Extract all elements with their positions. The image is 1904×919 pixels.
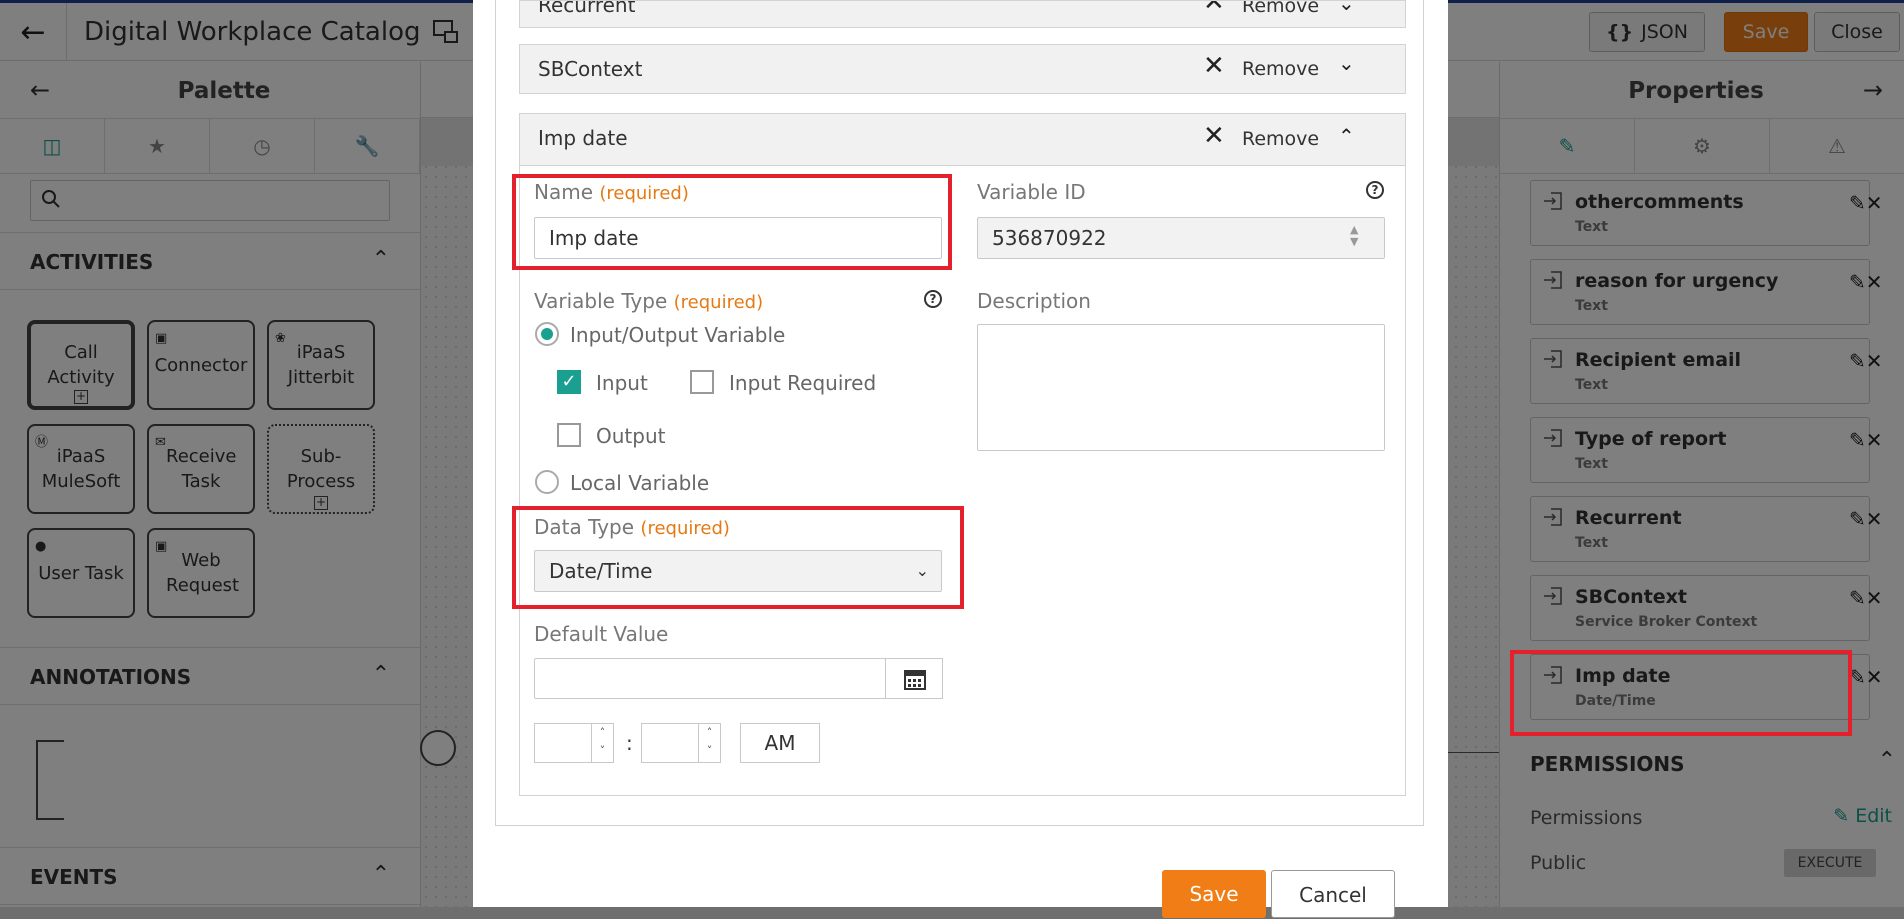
chevron-down-icon[interactable]: ⌄ — [1338, 51, 1355, 75]
input-checkbox[interactable]: ✓ — [557, 370, 581, 394]
required-tag: (required) — [673, 292, 764, 313]
close-icon[interactable]: ✕ — [1203, 121, 1225, 151]
app-window: ← Digital Workplace Catalog {}JSON Save … — [0, 0, 1904, 918]
required-tag: (required) — [640, 518, 730, 539]
data-type-label-text: Data Type — [534, 515, 635, 539]
calendar-icon — [904, 670, 926, 690]
io-variable-radio[interactable] — [535, 322, 559, 346]
accordion-title: Imp date — [538, 126, 628, 150]
accordion-title: SBContext — [538, 57, 643, 81]
input-required-label: Input Required — [729, 371, 877, 395]
description-label: Description — [977, 289, 1091, 313]
calendar-button[interactable] — [885, 658, 943, 699]
name-label: Name (required) — [534, 180, 689, 204]
required-tag: (required) — [599, 183, 689, 204]
variable-id-input[interactable]: 536870922 — [977, 217, 1385, 259]
local-variable-radio[interactable] — [535, 470, 559, 494]
chevron-down-icon: ⌄ — [915, 561, 929, 580]
ampm-toggle[interactable]: AM — [740, 723, 820, 763]
dialog-save-button[interactable]: Save — [1162, 870, 1266, 918]
description-textarea[interactable] — [977, 324, 1385, 451]
accordion-sbcontext[interactable]: SBContext ✕ Remove ⌄ — [519, 44, 1406, 94]
hour-input[interactable]: ˄ ˅ — [534, 723, 614, 763]
highlight-imp-date-card — [1510, 650, 1852, 736]
remove-label[interactable]: Remove — [1242, 128, 1319, 150]
data-type-label: Data Type (required) — [534, 515, 730, 539]
variable-id-label: Variable ID — [977, 180, 1086, 204]
data-type-value: Date/Time — [549, 559, 653, 583]
name-input[interactable]: Imp date — [534, 217, 942, 259]
minute-input[interactable]: ˄ ˅ — [641, 723, 721, 763]
close-icon[interactable]: ✕ — [1203, 51, 1225, 81]
default-date-input[interactable] — [534, 658, 886, 699]
variable-type-label: Variable Type (required) — [534, 289, 763, 313]
variable-type-label-text: Variable Type — [534, 289, 668, 313]
default-value-label: Default Value — [534, 622, 669, 646]
chevron-up-icon[interactable]: ⌃ — [1338, 124, 1355, 148]
io-variable-label: Input/Output Variable — [570, 323, 786, 347]
accordion-imp-date[interactable]: Imp date ✕ Remove ⌃ — [519, 113, 1406, 166]
output-checkbox[interactable] — [557, 423, 581, 447]
data-type-select[interactable]: Date/Time ⌄ — [534, 550, 942, 592]
remove-label[interactable]: Remove — [1242, 1, 1319, 17]
remove-label[interactable]: Remove — [1242, 58, 1319, 80]
close-icon[interactable]: ✕ — [1203, 1, 1225, 17]
input-required-checkbox[interactable] — [690, 370, 714, 394]
help-icon[interactable]: ? — [924, 290, 942, 308]
minute-spinner-arrows[interactable]: ˄ ˅ — [698, 724, 720, 762]
local-variable-label: Local Variable — [570, 471, 710, 495]
accordion-recurrent[interactable]: Recurrent ✕ Remove ⌄ — [519, 0, 1406, 28]
hour-spinner-arrows[interactable]: ˄ ˅ — [591, 724, 613, 762]
variables-dialog: Recurrent ✕ Remove ⌄ SBContext ✕ Remove … — [473, 0, 1448, 907]
name-label-text: Name — [534, 180, 594, 204]
help-icon[interactable]: ? — [1366, 181, 1384, 199]
chevron-down-icon[interactable]: ⌄ — [1338, 1, 1355, 15]
time-separator: : — [626, 731, 633, 755]
input-label: Input — [596, 371, 648, 395]
spinner-arrows-icon[interactable]: ▲ ▼ — [1350, 224, 1358, 248]
accordion-title: Recurrent — [538, 0, 636, 17]
dialog-cancel-button[interactable]: Cancel — [1271, 870, 1395, 918]
output-label: Output — [596, 424, 666, 448]
